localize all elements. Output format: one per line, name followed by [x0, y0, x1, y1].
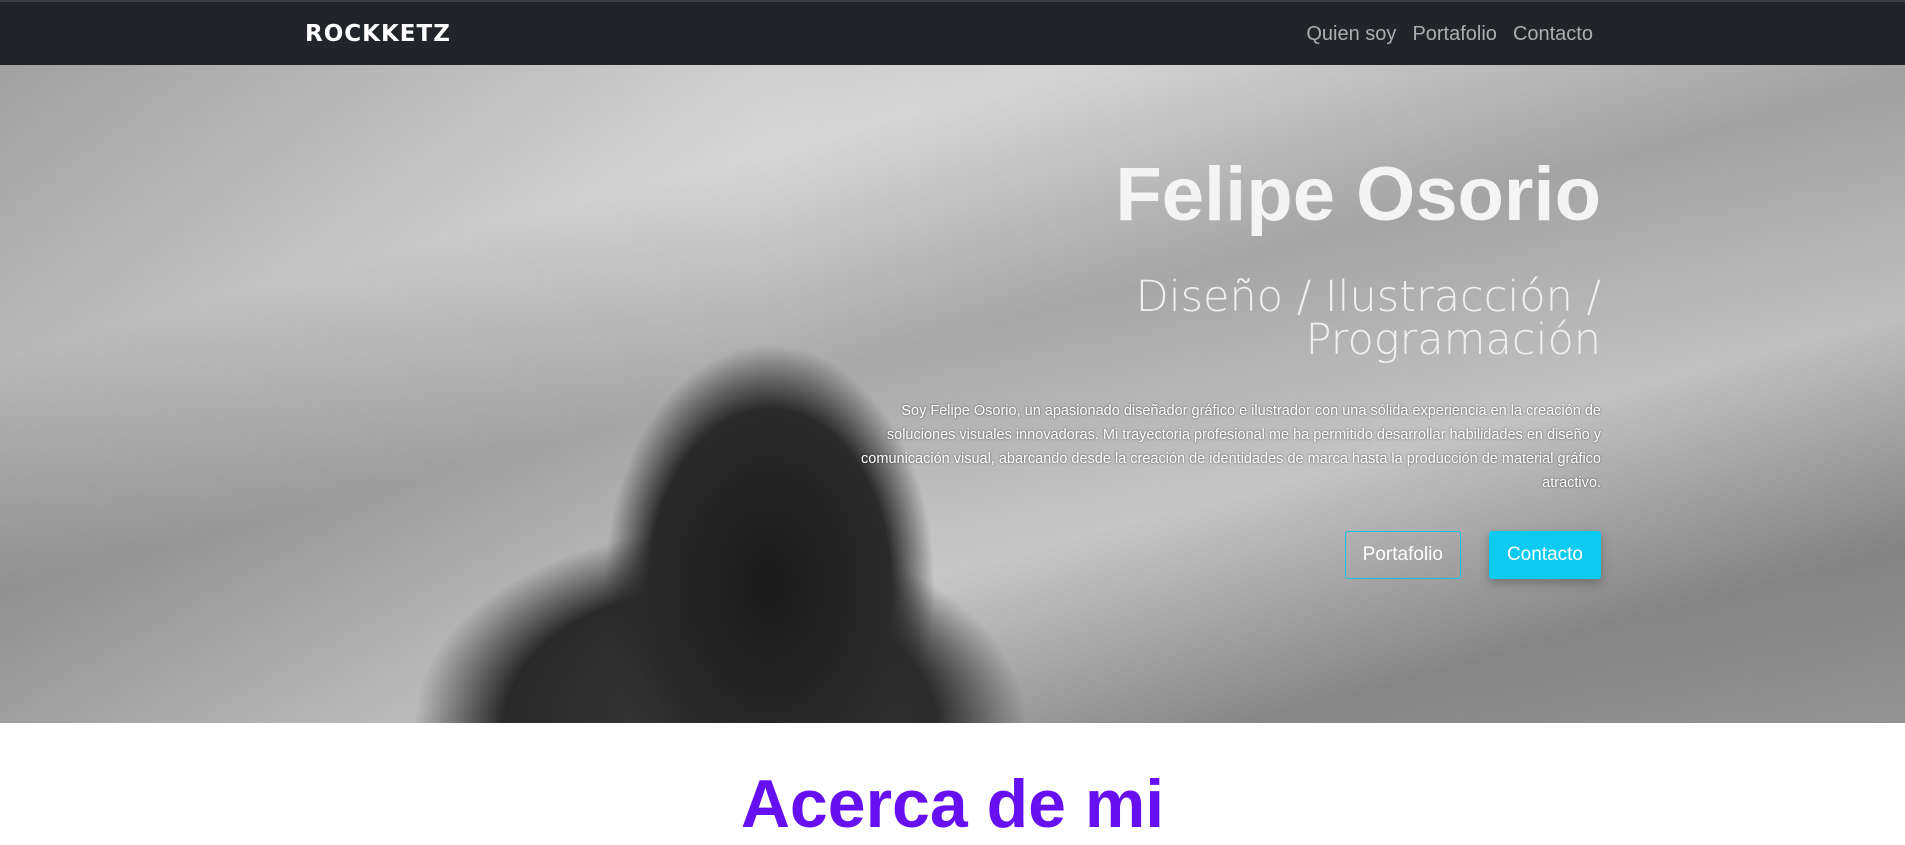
- hero-subtitle: Diseño / Ilustracción / Programación: [1135, 272, 1601, 365]
- portfolio-button[interactable]: Portafolio: [1344, 531, 1461, 579]
- nav-link-portafolio[interactable]: Portafolio: [1412, 23, 1497, 46]
- hero-description: Soy Felipe Osorio, un apasionado diseñad…: [861, 403, 1601, 491]
- contact-button[interactable]: Contacto: [1488, 531, 1601, 579]
- nav-links: Quien soy Portafolio Contacto: [1306, 23, 1593, 46]
- about-section-title: Acerca de mi: [740, 766, 1165, 842]
- nav-link-contacto[interactable]: Contacto: [1513, 23, 1593, 46]
- brand-logo[interactable]: ROCKKETZ: [305, 21, 451, 47]
- hero-title: Felipe Osorio: [1115, 152, 1601, 237]
- hero-content: Felipe Osorio Diseño / Ilustracción / Pr…: [841, 157, 1601, 495]
- hero-buttons: Portafolio Contacto: [1344, 531, 1601, 579]
- nav-link-quien-soy[interactable]: Quien soy: [1306, 23, 1396, 46]
- hero-section: Felipe Osorio Diseño / Ilustracción / Pr…: [0, 65, 1905, 723]
- top-navbar: ROCKKETZ Quien soy Portafolio Contacto: [0, 0, 1905, 65]
